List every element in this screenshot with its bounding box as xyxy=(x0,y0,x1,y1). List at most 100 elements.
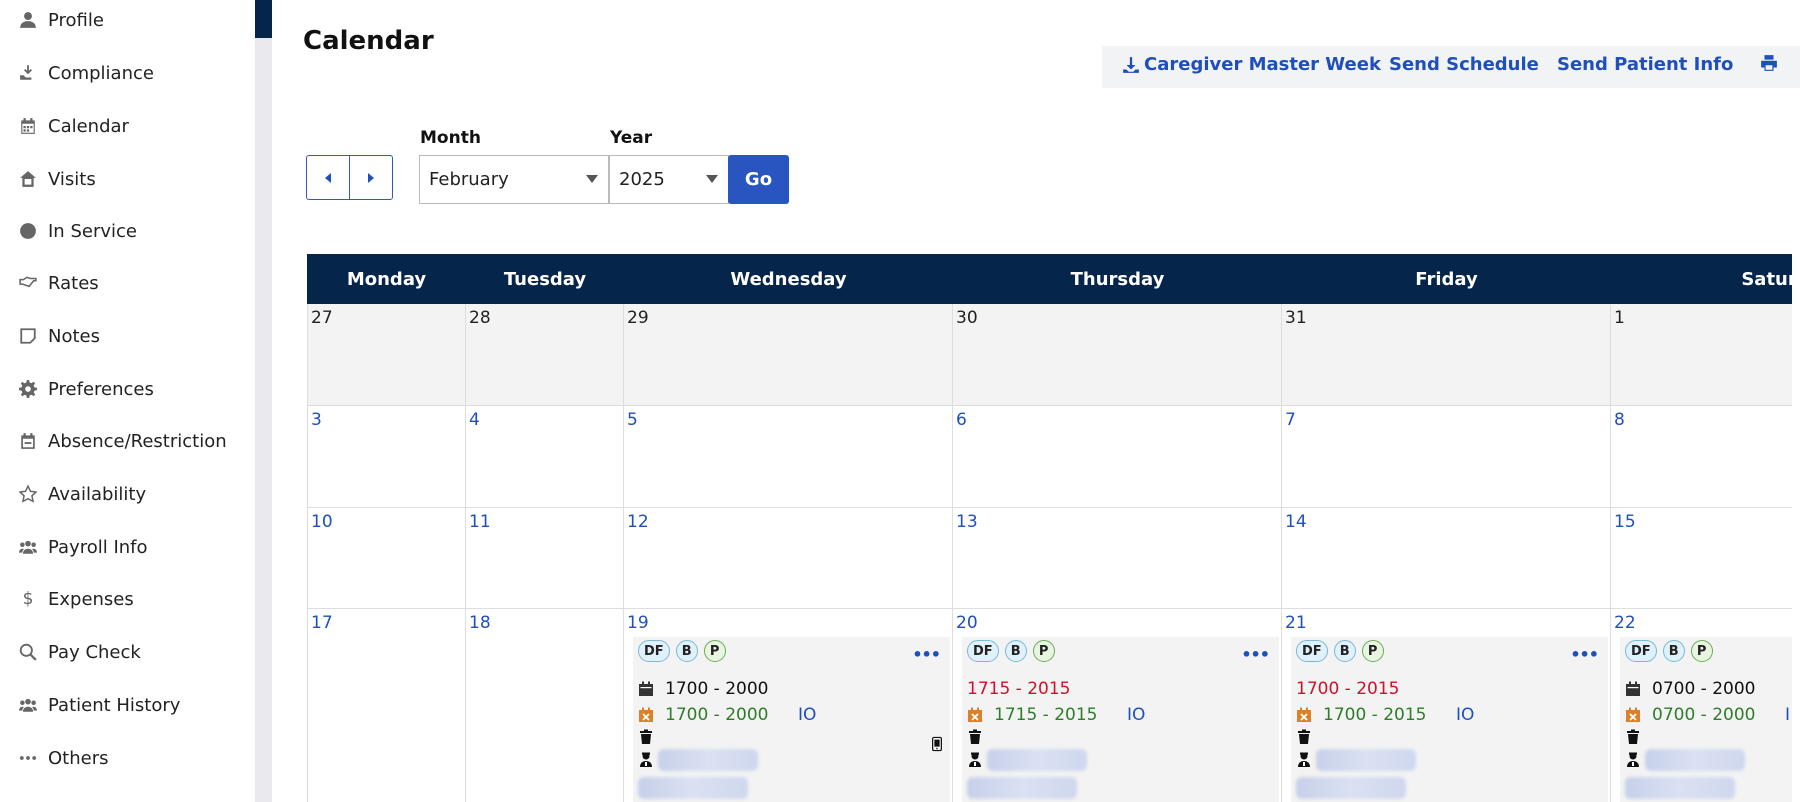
visit-card[interactable]: DF B P ••• 1700 - 2000 1700 - 2000 IO xyxy=(633,637,950,802)
sidebar-item-absence-restriction[interactable]: Absence/Restriction xyxy=(18,426,227,456)
month-select[interactable]: February xyxy=(419,155,609,204)
day-header-friday: Friday xyxy=(1415,268,1478,290)
day-number[interactable]: 1 xyxy=(1614,308,1625,328)
sidebar-item-preferences[interactable]: Preferences xyxy=(18,374,154,404)
trash-icon[interactable] xyxy=(967,729,994,745)
send-schedule-button[interactable]: Send Schedule xyxy=(1389,54,1539,75)
sidebar-item-others[interactable]: Others xyxy=(18,743,109,773)
day-number[interactable]: 8 xyxy=(1614,410,1625,430)
redacted-patient-name xyxy=(967,777,1077,799)
calendar-day-cell[interactable]: 5 xyxy=(624,406,953,508)
day-number[interactable]: 3 xyxy=(311,410,322,430)
calendar-day-cell[interactable]: 1 xyxy=(1611,304,1792,406)
sidebar-item-compliance[interactable]: Compliance xyxy=(18,58,154,88)
calendar-day-cell[interactable]: 31 xyxy=(1282,304,1611,406)
day-header-saturday: Saturd xyxy=(1741,268,1792,290)
calendar-day-cell[interactable]: 28 xyxy=(466,304,624,406)
calendar-day-cell[interactable]: 22 DF B P 0700 - 2000 0700 - 2000 I xyxy=(1611,609,1792,802)
io-link[interactable]: IO xyxy=(1127,705,1145,725)
day-number[interactable]: 14 xyxy=(1285,512,1307,532)
trash-icon[interactable] xyxy=(1296,729,1323,745)
caret-left-icon xyxy=(325,172,331,183)
day-number[interactable]: 4 xyxy=(469,410,480,430)
send-patient-info-label: Send Patient Info xyxy=(1557,54,1734,75)
day-number[interactable]: 19 xyxy=(627,613,649,633)
day-number[interactable]: 22 xyxy=(1614,613,1636,633)
calendar-day-cell[interactable]: 7 xyxy=(1282,406,1611,508)
divider-accent xyxy=(255,0,272,38)
calendar-day-cell[interactable]: 8 xyxy=(1611,406,1792,508)
send-patient-info-button[interactable]: Send Patient Info xyxy=(1557,54,1733,75)
sidebar-item-profile[interactable]: Profile xyxy=(18,5,104,35)
day-number[interactable]: 20 xyxy=(956,613,978,633)
sidebar-item-notes[interactable]: Notes xyxy=(18,321,100,351)
day-number[interactable]: 17 xyxy=(311,613,333,633)
trash-icon[interactable] xyxy=(638,729,665,745)
sidebar-item-rates[interactable]: Rates xyxy=(18,268,99,298)
calendar-day-cell[interactable]: 10 xyxy=(307,508,466,609)
calendar-day-cell[interactable]: 30 xyxy=(953,304,1282,406)
calendar-day-cell[interactable]: 17 xyxy=(307,609,466,802)
sidebar-item-calendar[interactable]: Calendar xyxy=(18,111,129,141)
visit-badge: P xyxy=(1032,640,1055,662)
sidebar-item-in-service[interactable]: In Service xyxy=(18,216,137,246)
previous-month-button[interactable] xyxy=(307,156,349,199)
calendar-x-icon xyxy=(638,707,665,723)
io-link[interactable]: I xyxy=(1785,705,1790,725)
next-month-button[interactable] xyxy=(349,156,392,199)
day-number[interactable]: 5 xyxy=(627,410,638,430)
actual-time: 1700 - 2015 xyxy=(1296,705,1426,725)
go-button[interactable]: Go xyxy=(728,155,789,204)
sidebar-item-visits[interactable]: Visits xyxy=(18,164,96,194)
caret-right-icon xyxy=(368,172,374,183)
calendar-day-cell[interactable]: 11 xyxy=(466,508,624,609)
sidebar-item-patient-history[interactable]: Patient History xyxy=(18,690,180,720)
day-number[interactable]: 12 xyxy=(627,512,649,532)
day-header-monday: Monday xyxy=(346,268,427,290)
calendar-day-cell[interactable]: 12 xyxy=(624,508,953,609)
day-number[interactable]: 11 xyxy=(469,512,491,532)
io-link[interactable]: IO xyxy=(798,705,816,725)
calendar-day-cell[interactable]: 4 xyxy=(466,406,624,508)
sidebar-item-label: Pay Check xyxy=(48,641,141,663)
io-link[interactable]: IO xyxy=(1456,705,1474,725)
year-select[interactable]: 2025 xyxy=(609,155,729,204)
more-options-icon[interactable]: ••• xyxy=(1241,645,1270,664)
calendar-day-cell[interactable]: 6 xyxy=(953,406,1282,508)
visit-card[interactable]: DF B P ••• 1715 - 2015 1715 - 2015 IO xyxy=(962,637,1279,802)
calendar-day-cell[interactable]: 29 xyxy=(624,304,953,406)
calendar-icon xyxy=(18,116,38,136)
calendar-day-cell[interactable]: 19 DF B P ••• 1700 - 2000 1700 - 2000 IO xyxy=(624,609,953,802)
day-number[interactable]: 13 xyxy=(956,512,978,532)
visit-card[interactable]: DF B P ••• 1700 - 2015 1700 - 2015 IO xyxy=(1291,637,1608,802)
calendar-day-cell[interactable]: 15 xyxy=(1611,508,1792,609)
visit-card[interactable]: DF B P 0700 - 2000 0700 - 2000 I xyxy=(1620,637,1792,802)
more-options-icon[interactable]: ••• xyxy=(1570,645,1599,664)
calendar-day-cell[interactable]: 21 DF B P ••• 1700 - 2015 1700 - 2015 IO xyxy=(1282,609,1611,802)
trash-icon[interactable] xyxy=(1625,729,1652,745)
calendar-day-cell[interactable]: 20 DF B P ••• 1715 - 2015 1715 - 2015 IO xyxy=(953,609,1282,802)
print-button[interactable] xyxy=(1760,54,1782,72)
visit-badge: P xyxy=(1690,640,1713,662)
day-number[interactable]: 21 xyxy=(1285,613,1307,633)
sidebar-item-availability[interactable]: Availability xyxy=(18,479,146,509)
sidebar-item-label: Patient History xyxy=(48,694,181,716)
calendar-day-cell[interactable]: 13 xyxy=(953,508,1282,609)
sidebar-item-expenses[interactable]: $ Expenses xyxy=(18,584,134,614)
day-number[interactable]: 6 xyxy=(956,410,967,430)
day-number[interactable]: 10 xyxy=(311,512,333,532)
day-number[interactable]: 18 xyxy=(469,613,491,633)
day-header-thursday: Thursday xyxy=(1070,268,1165,290)
more-options-icon[interactable]: ••• xyxy=(912,645,941,664)
calendar-day-cell[interactable]: 27 xyxy=(307,304,466,406)
day-number[interactable]: 7 xyxy=(1285,410,1296,430)
sidebar-item-payroll-info[interactable]: Payroll Info xyxy=(18,532,148,562)
sidebar-item-pay-check[interactable]: Pay Check xyxy=(18,637,141,667)
calendar-day-cell[interactable]: 14 xyxy=(1282,508,1611,609)
caregiver-master-week-button[interactable]: Caregiver Master Week xyxy=(1122,54,1381,75)
calendar-day-cell[interactable]: 18 xyxy=(466,609,624,802)
day-number[interactable]: 15 xyxy=(1614,512,1636,532)
sidebar-item-label: Others xyxy=(48,747,109,769)
scheduled-time-text: 1700 - 2000 xyxy=(665,679,769,699)
calendar-day-cell[interactable]: 3 xyxy=(307,406,466,508)
